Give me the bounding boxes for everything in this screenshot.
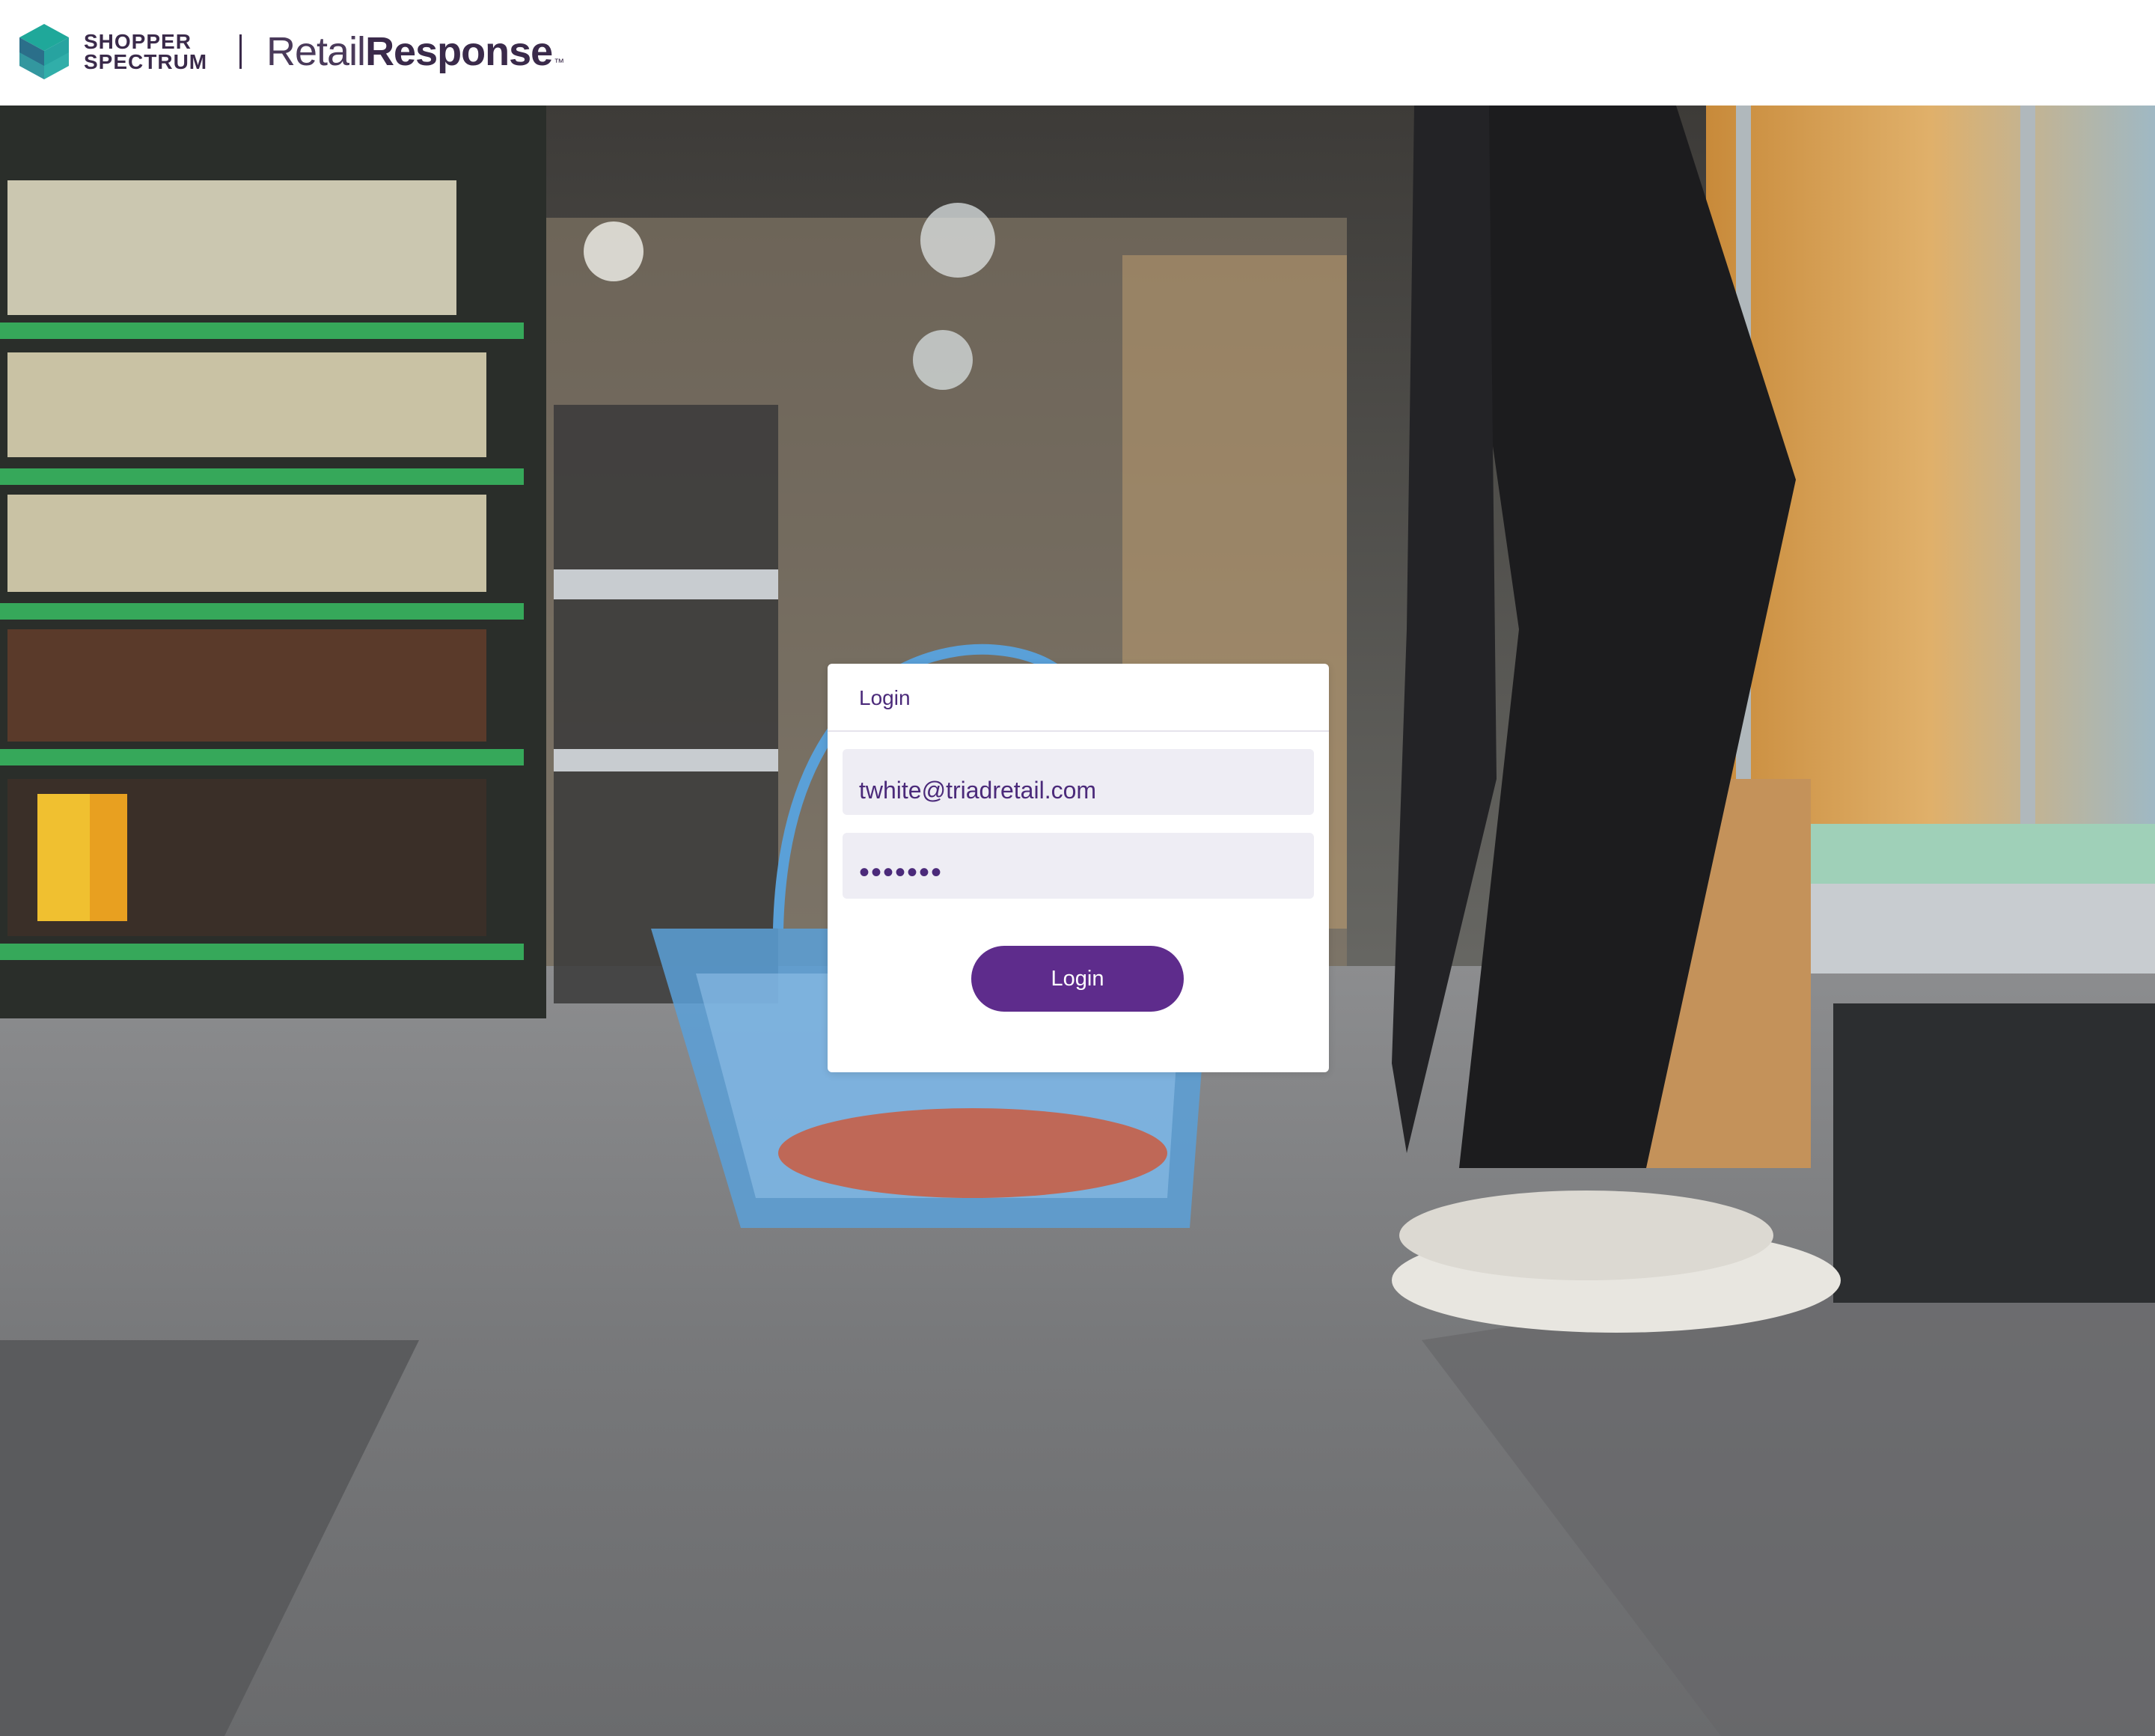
brand-line-1: SHOPPER (84, 30, 192, 53)
email-field[interactable] (843, 749, 1314, 815)
product-name: RetailResponse ™ (266, 27, 564, 76)
card-divider (828, 730, 1329, 732)
shopper-spectrum-logo-icon (19, 24, 69, 79)
product-name-light: Retail (266, 29, 366, 74)
login-card: Login Login (828, 664, 1329, 1072)
login-button[interactable]: Login (971, 946, 1184, 1012)
trademark-symbol: ™ (554, 56, 564, 68)
product-name-bold: Response (365, 29, 553, 74)
app-header: SHOPPER SPECTRUM RetailResponse ™ (0, 0, 2155, 106)
brand-line-2: SPECTRUM (84, 50, 208, 73)
brand-divider (239, 34, 242, 69)
brand-name: SHOPPER SPECTRUM (84, 30, 208, 73)
login-title: Login (859, 686, 911, 709)
password-field[interactable] (843, 833, 1314, 899)
